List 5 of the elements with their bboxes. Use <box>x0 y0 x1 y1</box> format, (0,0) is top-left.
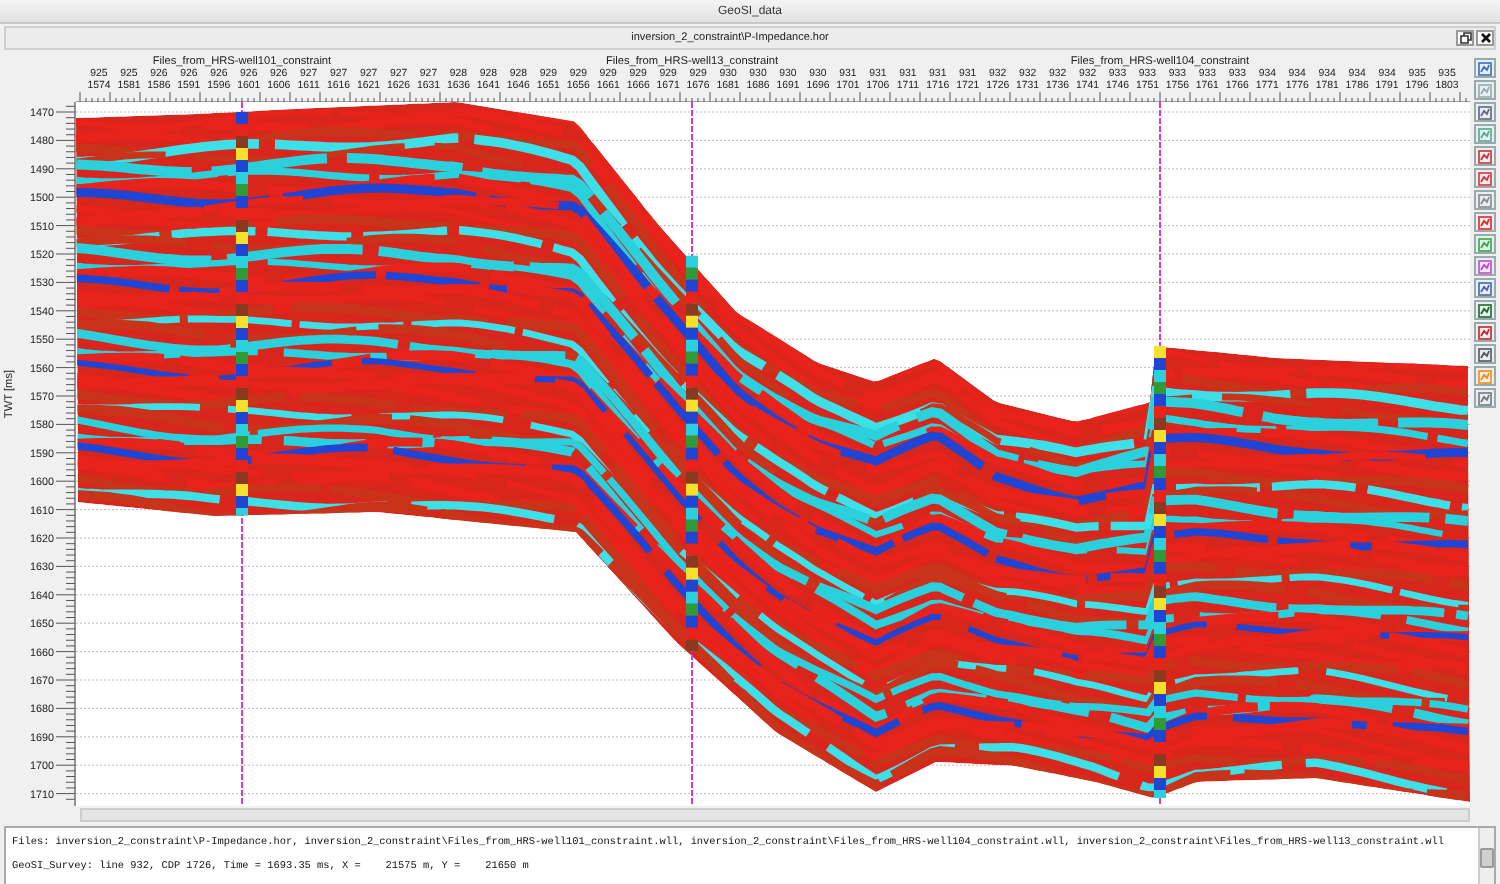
vertical-scrollbar[interactable] <box>1478 828 1494 884</box>
horizontal-scrollbar[interactable] <box>80 808 1470 822</box>
close-button[interactable] <box>1476 30 1494 46</box>
restore-button[interactable] <box>1456 30 1474 46</box>
scrollbar-thumb[interactable] <box>1480 848 1494 868</box>
